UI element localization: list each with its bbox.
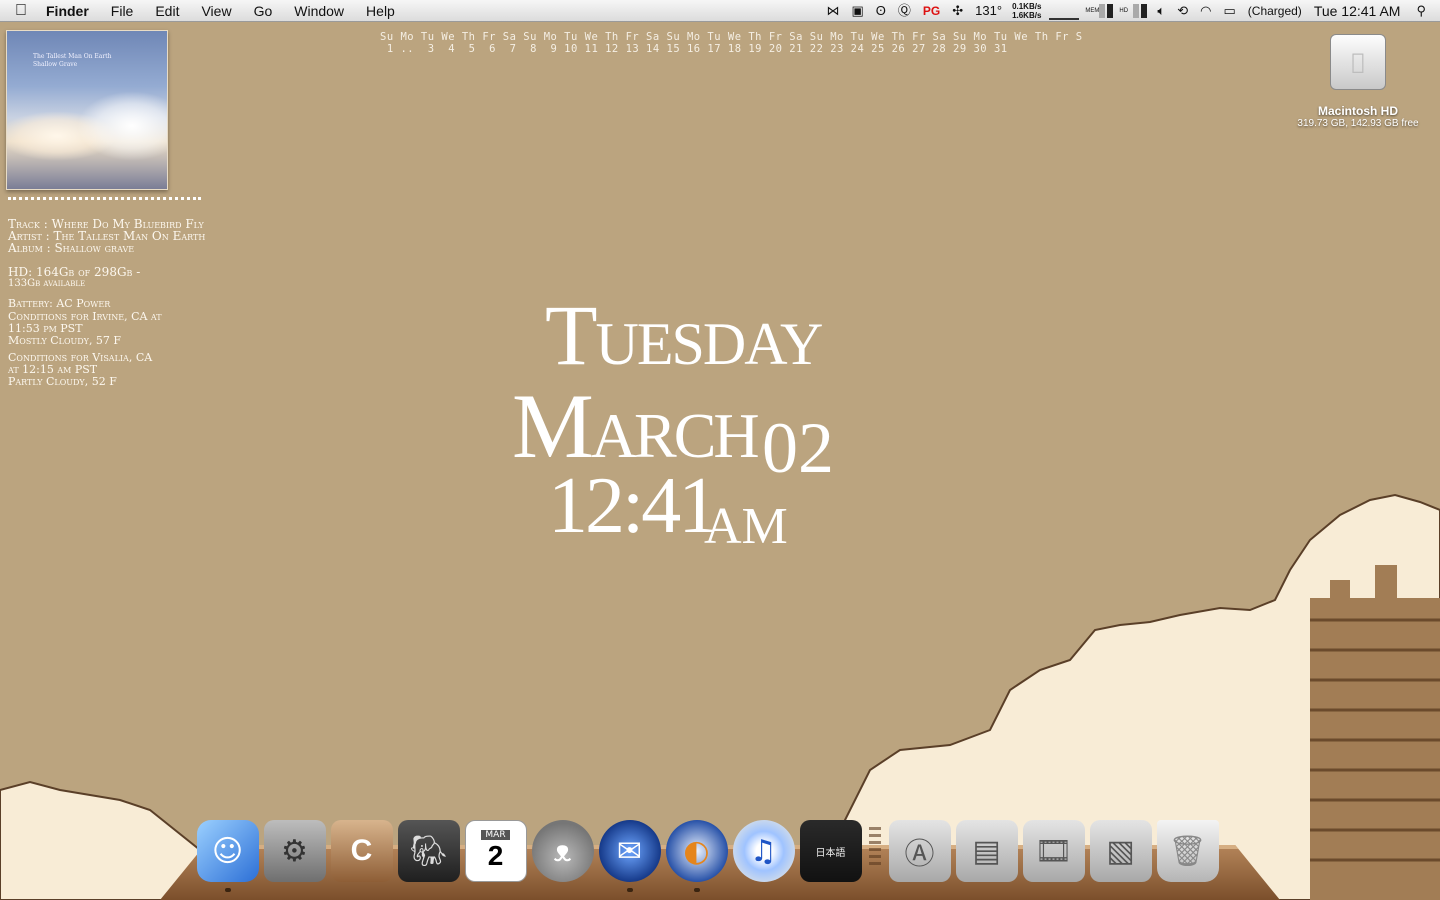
volume-icon[interactable]: 🔈︎: [1151, 0, 1171, 22]
disk-bars[interactable]: [1133, 4, 1148, 18]
clock-month: March: [512, 375, 760, 477]
firefox-icon[interactable]: ◐: [665, 820, 728, 892]
pictures-stack-icon[interactable]: ▧: [1089, 820, 1152, 882]
menu-left:  Finder File Edit View Go Window Help: [0, 0, 406, 22]
menu-window[interactable]: Window: [283, 0, 355, 22]
album-art[interactable]: The Tallest Man On Earth Shallow Grave: [6, 30, 168, 190]
ical-day: 2: [487, 840, 504, 871]
itunes-icon[interactable]: ♫: [732, 820, 795, 882]
mem-label: MEM: [1085, 8, 1100, 14]
weather-irvine: Conditions for Irvine, CA at 11:53 pm PS…: [8, 310, 162, 347]
quicksilver-icon[interactable]: Ⓠ: [892, 0, 917, 22]
now-playing: Track : Where Do My Bluebird Fly Artist …: [8, 218, 205, 254]
applications-stack-icon[interactable]: Ⓐ: [888, 820, 951, 882]
calendar-weekdays: Su Mo Tu We Th Fr Sa Su Mo Tu We Th Fr S…: [380, 31, 1083, 43]
clock-day: Tuesday: [545, 287, 823, 383]
menu-file[interactable]: File: [100, 0, 145, 22]
fan-icon[interactable]: ✣: [946, 0, 969, 22]
network-graph[interactable]: [1049, 2, 1080, 20]
clock-time: 12:41: [548, 462, 718, 550]
menu-bar:  Finder File Edit View Go Window Help ⋈…: [0, 0, 1440, 22]
ical-month: MAR: [481, 830, 510, 840]
battery-status[interactable]: (Charged): [1242, 0, 1308, 22]
spotlight-icon[interactable]: ⚲: [1406, 0, 1440, 22]
time-machine-icon[interactable]: ⟲: [1171, 0, 1194, 22]
documents-stack-icon[interactable]: ▤: [955, 820, 1018, 882]
net-up: 0.1KB/s: [1012, 2, 1042, 11]
battery-icon[interactable]: ▭: [1217, 0, 1241, 22]
album-line: Album : Shallow grave: [8, 241, 135, 255]
evernote-icon[interactable]: 🐘︎: [397, 820, 460, 882]
battery-line: Battery: AC Power: [8, 297, 111, 310]
hard-drive-icon[interactable]: : [1330, 34, 1386, 90]
system-info: HD: 164Gb of 298Gb - 133Gb available Bat…: [8, 266, 140, 310]
menu-help[interactable]: Help: [355, 0, 406, 22]
status-menus: ⋈ ▣ ʘ Ⓠ PG ✣ 131° 0.1KB/s 1.6KB/s MEM HD…: [820, 0, 1440, 22]
movies-stack-icon[interactable]: 🎞︎: [1022, 820, 1085, 882]
bowtie-icon[interactable]: ⋈: [820, 0, 845, 22]
thunderbird-icon[interactable]: ✉: [598, 820, 661, 892]
dock-separator: [869, 827, 881, 867]
apple-menu-icon[interactable]: : [0, 2, 42, 20]
os-icon[interactable]: ʘ: [870, 0, 892, 22]
dotted-divider: [8, 197, 201, 200]
net-down: 1.6KB/s: [1012, 11, 1042, 20]
menu-go[interactable]: Go: [243, 0, 284, 22]
menu-edit[interactable]: Edit: [144, 0, 190, 22]
dock: ☺ ⚙ C 🐘︎ MAR 2 ᴥ ✉ ◐ ♫ 日本語 Ⓐ ▤ 🎞︎ ▧ 🗑︎: [194, 812, 1221, 892]
weather-visalia: Conditions for Visalia, CA at 12:15 am P…: [8, 351, 153, 388]
ical-icon[interactable]: MAR 2: [464, 820, 527, 882]
hd-label: HD: [1119, 8, 1129, 14]
terminal-icon[interactable]: ▣: [845, 0, 869, 22]
menu-clock[interactable]: Tue 12:41 AM: [1308, 0, 1407, 22]
wifi-icon[interactable]: ◠: [1194, 0, 1217, 22]
totoro-icon[interactable]: ᴥ: [531, 820, 594, 882]
pg-status[interactable]: PG: [917, 0, 946, 22]
dictionary-icon[interactable]: 日本語: [799, 820, 862, 882]
album-cover-text: The Tallest Man On Earth Shallow Grave: [33, 53, 112, 68]
hd-info: 319.73 GB, 142.93 GB free: [1297, 118, 1419, 129]
dictionary-label: 日本語: [815, 847, 846, 859]
temperature-status[interactable]: 131°: [969, 0, 1008, 22]
clock-ampm: AM: [704, 498, 788, 555]
menu-view[interactable]: View: [190, 0, 242, 22]
calendar-days: 1 .. 3 4 5 6 7 8 9 10 11 12 13 14 15 16 …: [380, 43, 1008, 55]
hd-available: 133Gb available: [8, 278, 86, 289]
clock-date: 02: [762, 408, 834, 488]
hd-name: Macintosh HD: [1317, 104, 1398, 118]
hd-usage: HD: 164Gb of 298Gb -: [8, 265, 141, 279]
memory-bars[interactable]: [1099, 4, 1114, 18]
network-speed[interactable]: 0.1KB/s 1.6KB/s: [1008, 2, 1045, 20]
menu-app-name[interactable]: Finder: [42, 0, 100, 22]
system-preferences-icon[interactable]: ⚙: [263, 820, 326, 882]
coda-icon[interactable]: C: [330, 820, 393, 882]
trash-icon[interactable]: 🗑︎: [1156, 820, 1219, 882]
macintosh-hd-icon[interactable]:  Macintosh HD 319.73 GB, 142.93 GB free: [1290, 34, 1426, 129]
finder-icon[interactable]: ☺: [196, 820, 259, 892]
